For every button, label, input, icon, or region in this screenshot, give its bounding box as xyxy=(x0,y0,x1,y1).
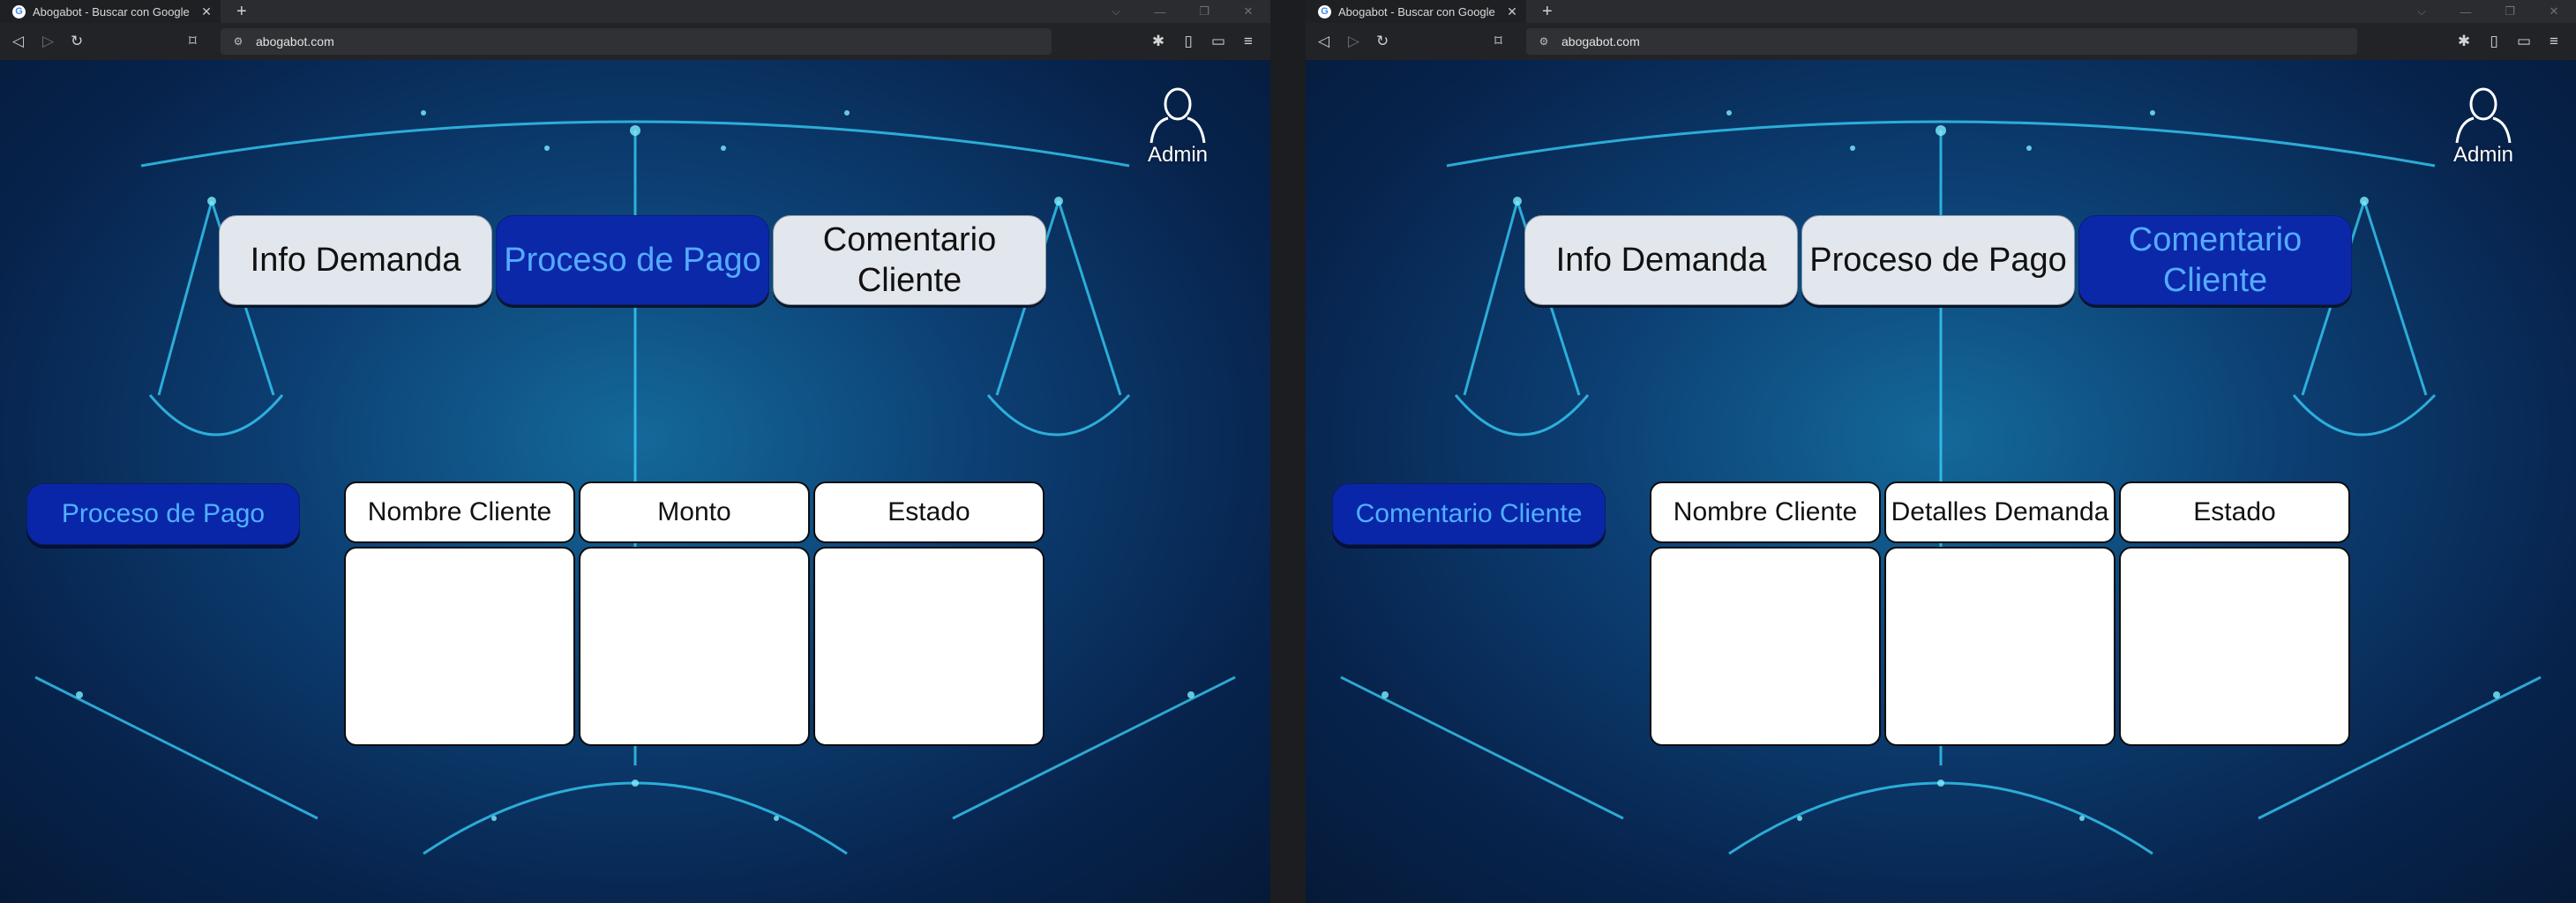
address-url: abogabot.com xyxy=(1561,34,1640,49)
table-cell xyxy=(1884,547,2115,746)
site-info-icon[interactable]: ⚙ xyxy=(1526,35,1561,48)
table-cell xyxy=(2119,547,2350,746)
extensions-icon[interactable]: ✱ xyxy=(1143,33,1173,50)
user-icon xyxy=(1149,87,1206,144)
user-label: Admin xyxy=(1147,143,1209,167)
user-icon xyxy=(2455,87,2512,144)
browser-window-right: G Abogabot - Buscar con Google ✕ + ⌵ — ❐… xyxy=(1306,0,2576,903)
column-header: Estado xyxy=(813,481,1045,543)
google-favicon-icon: G xyxy=(1318,4,1331,19)
menu-icon[interactable]: ≡ xyxy=(1233,33,1263,50)
bookmark-icon[interactable]: ⌑ xyxy=(189,23,197,60)
new-tab-button[interactable]: + xyxy=(1542,0,1553,23)
section-title: Proceso de Pago xyxy=(26,483,300,545)
close-window-icon[interactable]: ✕ xyxy=(2532,4,2576,19)
wallet-icon[interactable]: ▭ xyxy=(1203,33,1233,50)
address-bar[interactable]: ⚙ abogabot.com xyxy=(221,28,1052,55)
tab-title: Abogabot - Buscar con Google xyxy=(33,4,190,19)
user-menu[interactable]: Admin xyxy=(1138,83,1217,168)
new-tab-button[interactable]: + xyxy=(236,0,247,23)
tab-info-demanda[interactable]: Info Demanda xyxy=(1524,215,1798,305)
google-favicon-icon: G xyxy=(12,4,26,19)
app-page: Admin Info Demanda Proceso de Pago Comen… xyxy=(1306,60,2576,903)
restore-icon[interactable]: ❐ xyxy=(1182,4,1226,19)
reload-icon[interactable]: ↻ xyxy=(71,23,83,60)
tab-proceso-de-pago[interactable]: Proceso de Pago xyxy=(496,215,769,305)
tab-strip: G Abogabot - Buscar con Google ✕ + ⌵ — ❐… xyxy=(1306,0,2576,23)
window-controls: ⌵ — ❐ ✕ xyxy=(1094,0,1270,23)
tab-strip: G Abogabot - Buscar con Google ✕ + ⌵ — ❐… xyxy=(0,0,1270,23)
app-page: Admin Info Demanda Proceso de Pago Comen… xyxy=(0,60,1270,903)
column-header: Monto xyxy=(579,481,810,543)
close-window-icon[interactable]: ✕ xyxy=(1226,4,1270,19)
data-table: Nombre Cliente Monto Estado xyxy=(344,481,1050,808)
main-tabs: Info Demanda Proceso de Pago Comentario … xyxy=(1524,215,2354,307)
section-title: Comentario Cliente xyxy=(1332,483,1606,545)
table-cell xyxy=(1650,547,1881,746)
tab-comentario-cliente[interactable]: Comentario Cliente xyxy=(773,215,1046,305)
data-table: Nombre Cliente Detalles Demanda Estado xyxy=(1650,481,2355,808)
column-header: Nombre Cliente xyxy=(1650,481,1881,543)
address-bar[interactable]: ⚙ abogabot.com xyxy=(1526,28,2357,55)
minimize-icon[interactable]: — xyxy=(2444,5,2488,19)
minimize-icon[interactable]: — xyxy=(1138,5,1182,19)
bookmark-icon[interactable]: ⌑ xyxy=(1494,23,1502,60)
tab-close-icon[interactable]: ✕ xyxy=(198,4,215,19)
back-icon[interactable]: ◁ xyxy=(1318,23,1329,60)
tab-title: Abogabot - Buscar con Google xyxy=(1338,4,1495,19)
tab-search-icon[interactable]: ⌵ xyxy=(2400,4,2444,19)
wallet-icon[interactable]: ▭ xyxy=(2509,33,2539,50)
tab-comentario-cliente[interactable]: Comentario Cliente xyxy=(2078,215,2352,305)
tab-search-icon[interactable]: ⌵ xyxy=(1094,4,1138,19)
tab-proceso-de-pago[interactable]: Proceso de Pago xyxy=(1801,215,2075,305)
browser-toolbar: ◁ ▷ ↻ ⌑ ⚙ abogabot.com ✱ ▯ ▭ ≡ xyxy=(0,23,1270,61)
table-cell xyxy=(813,547,1045,746)
column-header: Estado xyxy=(2119,481,2350,543)
table-cell xyxy=(344,547,575,746)
window-controls: ⌵ — ❐ ✕ xyxy=(2400,0,2576,23)
sidebar-icon[interactable]: ▯ xyxy=(2479,33,2509,50)
tab-close-icon[interactable]: ✕ xyxy=(1503,4,1521,19)
user-menu[interactable]: Admin xyxy=(2444,83,2523,168)
toolbar-actions: ✱ ▯ ▭ ≡ xyxy=(1143,23,1263,60)
restore-icon[interactable]: ❐ xyxy=(2488,4,2532,19)
forward-icon[interactable]: ▷ xyxy=(42,23,54,60)
column-header: Nombre Cliente xyxy=(344,481,575,543)
toolbar-actions: ✱ ▯ ▭ ≡ xyxy=(2449,23,2569,60)
browser-tab[interactable]: G Abogabot - Buscar con Google ✕ xyxy=(1306,0,1526,23)
column-header: Detalles Demanda xyxy=(1884,481,2115,543)
window-gap xyxy=(1270,0,1306,903)
extensions-icon[interactable]: ✱ xyxy=(2449,33,2479,50)
back-icon[interactable]: ◁ xyxy=(12,23,24,60)
browser-window-left: G Abogabot - Buscar con Google ✕ + ⌵ — ❐… xyxy=(0,0,1270,903)
table-cell xyxy=(579,547,810,746)
menu-icon[interactable]: ≡ xyxy=(2539,33,2569,50)
address-url: abogabot.com xyxy=(256,34,334,49)
sidebar-icon[interactable]: ▯ xyxy=(1173,33,1203,50)
forward-icon[interactable]: ▷ xyxy=(1348,23,1359,60)
browser-toolbar: ◁ ▷ ↻ ⌑ ⚙ abogabot.com ✱ ▯ ▭ ≡ xyxy=(1306,23,2576,61)
main-tabs: Info Demanda Proceso de Pago Comentario … xyxy=(219,215,1048,307)
site-info-icon[interactable]: ⚙ xyxy=(221,35,256,48)
browser-tab[interactable]: G Abogabot - Buscar con Google ✕ xyxy=(0,0,221,23)
user-label: Admin xyxy=(2452,143,2514,167)
reload-icon[interactable]: ↻ xyxy=(1376,23,1389,60)
tab-info-demanda[interactable]: Info Demanda xyxy=(219,215,492,305)
